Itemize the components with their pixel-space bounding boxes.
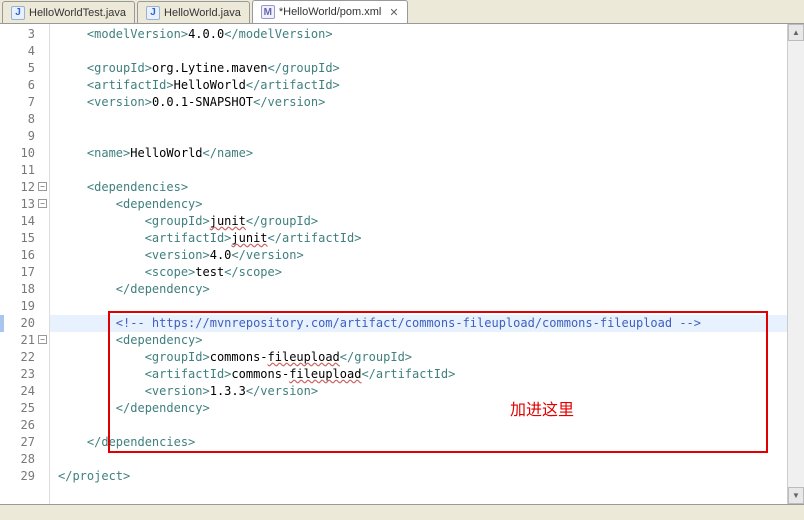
tab-label: *HelloWorld/pom.xml [279, 6, 382, 18]
line-number: 15 [0, 230, 49, 247]
code-line[interactable] [50, 298, 787, 315]
scroll-track[interactable] [788, 41, 804, 487]
line-number: 23 [0, 366, 49, 383]
code-line[interactable]: <artifactId>HelloWorld</artifactId> [50, 77, 787, 94]
line-number: 12− [0, 179, 49, 196]
close-icon[interactable]: ✕ [389, 6, 398, 19]
fold-toggle[interactable]: − [38, 182, 47, 191]
line-number: 10 [0, 145, 49, 162]
line-number: 3 [0, 26, 49, 43]
line-number: 28 [0, 451, 49, 468]
code-line[interactable]: <dependency> [50, 196, 787, 213]
editor-tabs: J HelloWorldTest.java J HelloWorld.java … [0, 0, 804, 24]
line-number: 25 [0, 400, 49, 417]
line-number: 18 [0, 281, 49, 298]
line-number: 4 [0, 43, 49, 60]
code-line[interactable]: <modelVersion>4.0.0</modelVersion> [50, 26, 787, 43]
code-area[interactable]: 加进这里 <modelVersion>4.0.0</modelVersion> … [50, 24, 787, 504]
caret-marker [0, 315, 4, 332]
line-number: 5 [0, 60, 49, 77]
maven-icon: M [261, 5, 275, 19]
tab-label: HelloWorldTest.java [29, 7, 126, 19]
fold-toggle[interactable]: − [38, 335, 47, 344]
line-number: 13− [0, 196, 49, 213]
code-line[interactable]: <name>HelloWorld</name> [50, 145, 787, 162]
java-icon: J [11, 6, 25, 20]
line-number: 7 [0, 94, 49, 111]
code-line[interactable]: <!-- https://mvnrepository.com/artifact/… [50, 315, 787, 332]
code-line[interactable] [50, 43, 787, 60]
line-number: 17 [0, 264, 49, 281]
code-line[interactable]: <groupId>org.Lytine.maven</groupId> [50, 60, 787, 77]
vertical-scrollbar[interactable]: ▲ ▼ [787, 24, 804, 504]
code-line[interactable] [50, 417, 787, 434]
code-line[interactable] [50, 451, 787, 468]
line-gutter: 3456789101112−13−1415161718192021−222324… [0, 24, 50, 504]
code-line[interactable]: </project> [50, 468, 787, 485]
tab-helloworldtest[interactable]: J HelloWorldTest.java [2, 1, 135, 23]
code-line[interactable]: <dependencies> [50, 179, 787, 196]
line-number: 22 [0, 349, 49, 366]
line-number: 19 [0, 298, 49, 315]
tab-helloworld[interactable]: J HelloWorld.java [137, 1, 250, 23]
code-line[interactable] [50, 111, 787, 128]
code-line[interactable]: <dependency> [50, 332, 787, 349]
line-number: 9 [0, 128, 49, 145]
fold-toggle[interactable]: − [38, 199, 47, 208]
line-number: 20 [0, 315, 49, 332]
tab-pom-xml[interactable]: M *HelloWorld/pom.xml ✕ [252, 0, 408, 23]
code-line[interactable]: </dependency> [50, 400, 787, 417]
code-line[interactable]: <scope>test</scope> [50, 264, 787, 281]
line-number: 21− [0, 332, 49, 349]
line-number: 11 [0, 162, 49, 179]
code-editor[interactable]: 3456789101112−13−1415161718192021−222324… [0, 24, 804, 504]
code-line[interactable]: <artifactId>junit</artifactId> [50, 230, 787, 247]
code-line[interactable]: <version>1.3.3</version> [50, 383, 787, 400]
scroll-down-button[interactable]: ▼ [788, 487, 804, 504]
line-number: 8 [0, 111, 49, 128]
annotation-text: 加进这里 [510, 396, 574, 420]
line-number: 27 [0, 434, 49, 451]
code-line[interactable]: <groupId>junit</groupId> [50, 213, 787, 230]
code-line[interactable]: <groupId>commons-fileupload</groupId> [50, 349, 787, 366]
java-icon: J [146, 6, 160, 20]
code-line[interactable] [50, 162, 787, 179]
code-line[interactable]: <artifactId>commons-fileupload</artifact… [50, 366, 787, 383]
line-number: 24 [0, 383, 49, 400]
code-line[interactable]: </dependency> [50, 281, 787, 298]
code-line[interactable]: <version>4.0</version> [50, 247, 787, 264]
code-line[interactable]: <version>0.0.1-SNAPSHOT</version> [50, 94, 787, 111]
code-line[interactable]: </dependencies> [50, 434, 787, 451]
line-number: 29 [0, 468, 49, 485]
line-number: 26 [0, 417, 49, 434]
line-number: 6 [0, 77, 49, 94]
line-number: 16 [0, 247, 49, 264]
scroll-up-button[interactable]: ▲ [788, 24, 804, 41]
line-number: 14 [0, 213, 49, 230]
code-line[interactable] [50, 128, 787, 145]
bottom-tab-bar [0, 504, 804, 520]
tab-label: HelloWorld.java [164, 7, 241, 19]
